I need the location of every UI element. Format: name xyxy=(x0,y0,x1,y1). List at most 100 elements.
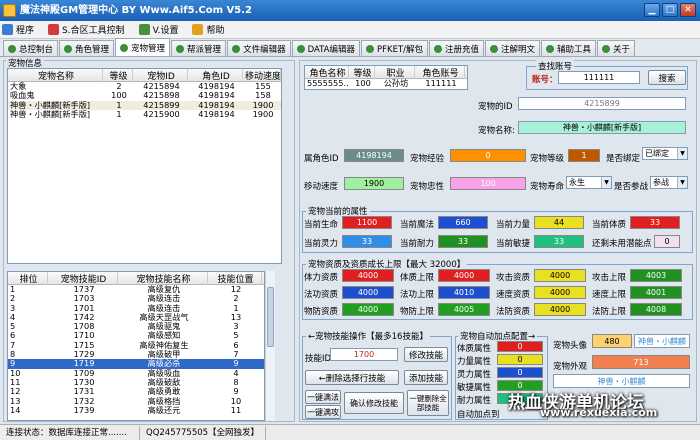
scrollbar-thumb[interactable] xyxy=(267,287,274,347)
growth-field[interactable]: 4000 xyxy=(342,303,394,316)
pet-level-field[interactable]: 1 xyxy=(568,149,600,162)
confirm-skill-button[interactable]: 确认修改技能 xyxy=(344,392,404,414)
owner-row[interactable]: 5555555... 100 公孙坊 111111 xyxy=(305,79,467,88)
skill-id-input[interactable]: 1700 xyxy=(330,348,398,361)
battle-select[interactable]: 参战 ▼ xyxy=(650,176,688,189)
menu-settings[interactable]: V.设置 xyxy=(138,23,178,36)
modify-skill-button[interactable]: 修改技能 xyxy=(404,347,448,362)
growth-field[interactable]: 4005 xyxy=(438,303,490,316)
skill-list-scrollbar[interactable] xyxy=(265,271,275,421)
tab-2[interactable]: 宠物管理 xyxy=(115,38,171,56)
tab-1[interactable]: 角色管理 xyxy=(59,40,115,56)
head-name-field[interactable]: 神兽・小麒麟 xyxy=(634,334,690,348)
growth-field[interactable]: 4010 xyxy=(438,286,490,299)
minimize-icon[interactable]: ▁ xyxy=(644,3,660,17)
delete-all-skills-button[interactable]: 一键删除全部技能 xyxy=(407,390,449,416)
menu-program[interactable]: 程序 xyxy=(2,23,34,36)
table-cell: 5 xyxy=(10,322,16,332)
life-select[interactable]: 永生 ▼ xyxy=(566,176,612,189)
owner-list-header: 角色名称 等级 职业 角色账号 xyxy=(305,66,467,79)
add-skill-button[interactable]: 添加技能 xyxy=(404,370,448,385)
table-cell: 8 xyxy=(10,350,16,360)
tab-6[interactable]: PFKET/解包 xyxy=(360,40,428,56)
delete-selected-skill-button[interactable]: ←删除选择行技能 xyxy=(305,370,399,385)
table-row[interactable]: 8 1729 高级破甲 7 xyxy=(8,350,264,359)
head-field[interactable]: 480 xyxy=(592,334,632,348)
close-icon[interactable]: ✕ xyxy=(680,3,696,17)
table-cell: 8 xyxy=(233,377,239,387)
tab-7[interactable]: 注册充值 xyxy=(429,40,485,56)
speed-field[interactable]: 1900 xyxy=(344,177,404,190)
auto-point-field[interactable]: 0 xyxy=(497,354,543,365)
table-row[interactable]: 7 1715 高级神佑复生 6 xyxy=(8,341,264,350)
menu-help[interactable]: 帮助 xyxy=(192,23,224,36)
tab-3[interactable]: 帮派管理 xyxy=(171,40,227,56)
auto-point-label: 敏捷属性 xyxy=(457,383,492,393)
table-row[interactable]: 13 1732 高级格挡 10 xyxy=(8,397,264,406)
attr-field[interactable]: 1100 xyxy=(342,216,392,229)
growth-field[interactable]: 4000 xyxy=(534,286,586,299)
table-row[interactable]: 12 1731 高级勇敢 9 xyxy=(8,387,264,396)
attr-field[interactable]: 660 xyxy=(438,216,488,229)
maximize-icon[interactable]: □ xyxy=(662,3,678,17)
tab-9[interactable]: 辅助工具 xyxy=(541,40,597,56)
one-key-full-mana-button[interactable]: 一键满法 xyxy=(305,390,341,404)
skill-list[interactable]: 排位 宠物技能ID 宠物技能名称 技能位置 1 1737 高级复仇 12 2 1703 高级连击 2… xyxy=(7,271,265,421)
account-input[interactable]: 111111 xyxy=(558,71,640,84)
attr-field[interactable]: 33 xyxy=(630,216,680,229)
attr-field[interactable]: 33 xyxy=(438,235,488,248)
growth-field[interactable]: 4001 xyxy=(630,286,682,299)
table-row[interactable]: 9 1719 高级必杀 9 xyxy=(8,359,264,369)
table-row[interactable]: 11 1730 高级破敌 8 xyxy=(8,378,264,387)
tab-4[interactable]: 文件编辑器 xyxy=(227,40,291,56)
auto-point-field[interactable]: 0 xyxy=(497,367,543,378)
table-row[interactable]: 6 1710 高级感知 5 xyxy=(8,331,264,340)
table-cell: 4198194 xyxy=(198,100,235,110)
growth-field[interactable]: 4008 xyxy=(630,303,682,316)
bind-select[interactable]: 已绑定 ▼ xyxy=(642,147,688,160)
table-cell: 2 xyxy=(116,82,122,91)
attr-field[interactable]: 33 xyxy=(534,235,584,248)
table-row[interactable]: 3 1701 高级连击 1 xyxy=(8,304,264,313)
tab-5[interactable]: DATA编辑器 xyxy=(291,40,360,56)
attr-field[interactable]: 0 xyxy=(654,235,680,248)
loyal-field[interactable]: 100 xyxy=(450,177,526,190)
tab-0[interactable]: 总控制台 xyxy=(3,40,59,56)
table-row[interactable]: 10 1709 高级吸血 4 xyxy=(8,369,264,378)
pet-exp-field[interactable]: 0 xyxy=(450,149,526,162)
attr-field[interactable]: 44 xyxy=(534,216,584,229)
table-cell: 4 xyxy=(233,368,239,378)
one-key-full-attack-button[interactable]: 一键满攻 xyxy=(305,405,341,419)
search-button[interactable]: 搜索 xyxy=(648,70,686,85)
table-row[interactable]: 吸血鬼 100 4215898 4198194 158 xyxy=(8,91,281,100)
table-row[interactable]: 4 1742 高级天罡战气 13 xyxy=(8,313,264,322)
growth-field[interactable]: 4000 xyxy=(342,286,394,299)
owner-id-field[interactable]: 4198194 xyxy=(344,149,404,162)
pet-list[interactable]: 宠物名称 等级 宠物ID 角色ID 移动速度 大象 2 4215894 4198194 155 吸… xyxy=(7,68,282,264)
pet-id-field[interactable]: 4215899 xyxy=(518,97,686,110)
growth-field[interactable]: 4000 xyxy=(534,269,586,282)
tab-8[interactable]: 注解明文 xyxy=(485,40,541,56)
growth-field[interactable]: 4000 xyxy=(438,269,490,282)
table-row[interactable]: 5 1708 高级驱鬼 3 xyxy=(8,322,264,331)
growth-field[interactable]: 4000 xyxy=(342,269,394,282)
table-row[interactable]: 2 1703 高级连击 2 xyxy=(8,294,264,303)
growth-label: 物防上限 xyxy=(400,307,435,317)
growth-field[interactable]: 4000 xyxy=(534,303,586,316)
attr-field[interactable]: 33 xyxy=(342,235,392,248)
auto-point-label: 力量属性 xyxy=(457,357,492,367)
table-row[interactable]: 大象 2 4215894 4198194 155 xyxy=(8,82,281,91)
table-row[interactable]: 14 1739 高级还元 11 xyxy=(8,406,264,415)
owner-list[interactable]: 角色名称 等级 职业 角色账号 5555555... 100 公孙坊 111111 xyxy=(304,65,468,90)
auto-point-field[interactable]: 0 xyxy=(497,341,543,352)
pet-name-field[interactable]: 神兽・小麒麟[新手版] xyxy=(518,121,686,134)
table-row[interactable]: 神兽・小麒麟[新手版] 1 4215899 4198194 1900 xyxy=(8,100,281,110)
table-row[interactable]: 1 1737 高级复仇 12 xyxy=(8,285,264,294)
look-name-field[interactable]: 神兽・小麒麟 xyxy=(553,374,690,388)
table-row[interactable]: 神兽・小麒麟[新手版] 1 4215900 4198194 1900 xyxy=(8,110,281,119)
menu-merge-tools[interactable]: S.合区工具控制 xyxy=(48,23,125,36)
growth-label: 攻击上限 xyxy=(592,273,627,283)
growth-field[interactable]: 4003 xyxy=(630,269,682,282)
look-field[interactable]: 713 xyxy=(592,355,690,369)
tab-10[interactable]: 关于 xyxy=(597,40,636,56)
